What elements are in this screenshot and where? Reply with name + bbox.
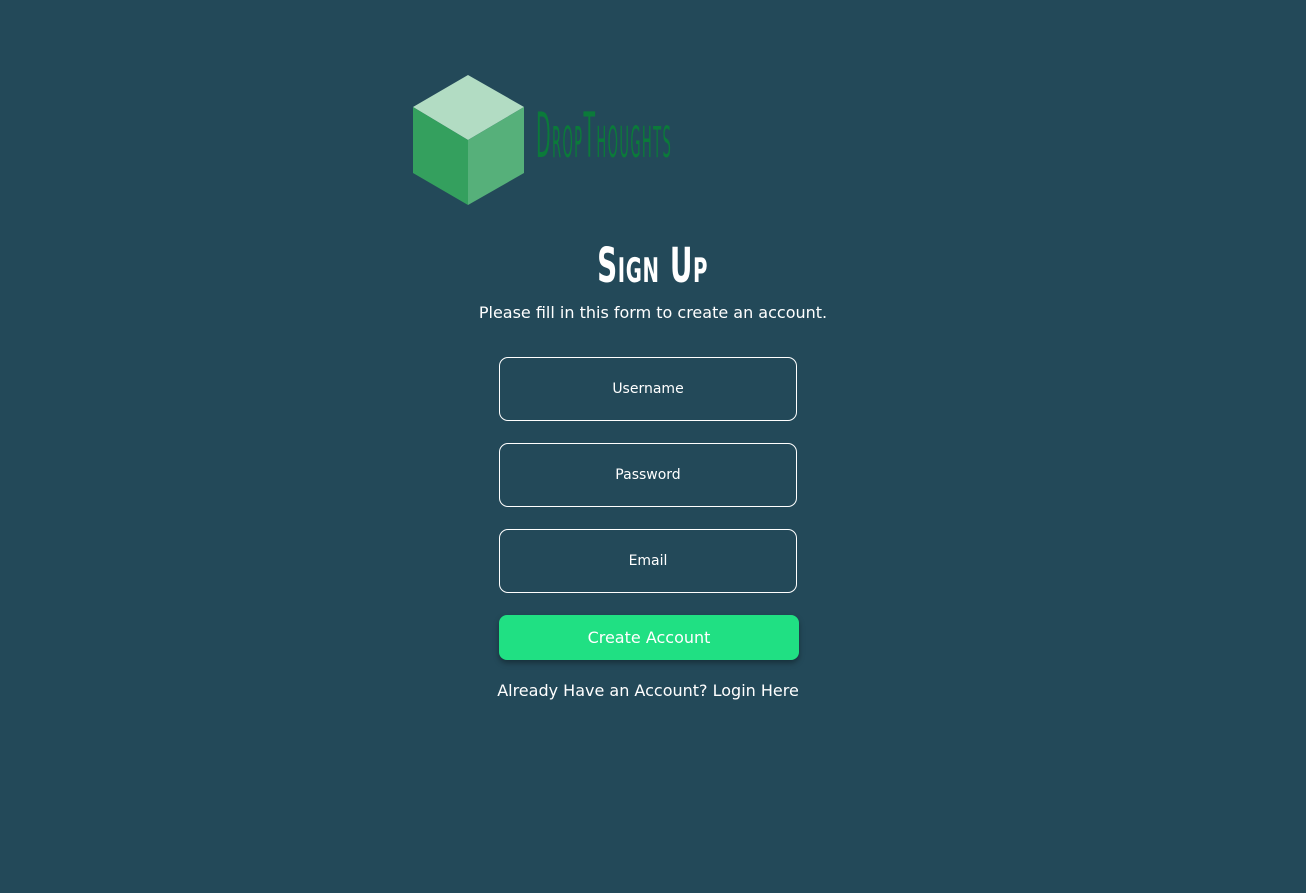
cube-icon <box>413 75 524 205</box>
login-link[interactable]: Already Have an Account? Login Here <box>0 680 1296 702</box>
password-input[interactable] <box>499 443 797 507</box>
create-account-button[interactable]: Create Account <box>499 615 799 660</box>
username-input[interactable] <box>499 357 797 421</box>
signup-page: DropThoughts Sign Up Please fill in this… <box>0 0 1306 893</box>
email-input[interactable] <box>499 529 797 593</box>
form-subtitle: Please fill in this form to create an ac… <box>478 303 828 322</box>
brand-name: DropThoughts <box>536 99 673 172</box>
page-title-text: Sign Up <box>597 238 709 294</box>
brand-logo: DropThoughts <box>412 74 892 206</box>
brand-wordmark: DropThoughts <box>536 98 886 174</box>
page-title: Sign Up <box>0 236 1306 296</box>
